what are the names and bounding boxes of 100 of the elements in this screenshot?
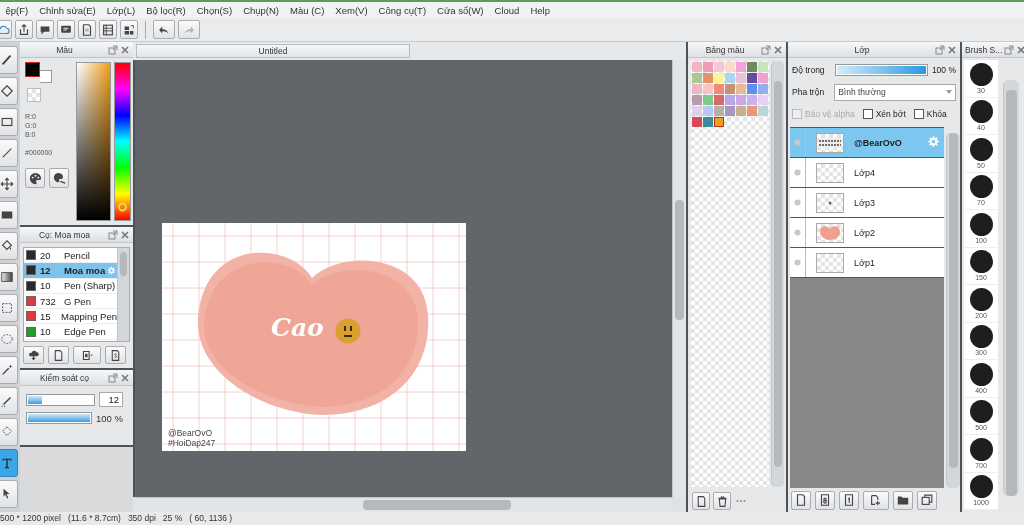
brush-item[interactable]: 12 Moa moa <box>24 263 117 279</box>
color-swatch[interactable] <box>692 106 702 116</box>
slider-handle[interactable] <box>118 202 128 212</box>
color-swatch[interactable] <box>736 73 746 83</box>
menu-item[interactable]: Cloud <box>489 4 525 16</box>
color-swatch[interactable] <box>725 106 735 116</box>
color-swatch[interactable] <box>747 84 757 94</box>
new-8bit-layer-button[interactable] <box>815 490 835 510</box>
menu-item[interactable]: Chỉnh sửa(E) <box>33 4 102 16</box>
grid-button[interactable] <box>120 20 138 39</box>
close-icon[interactable] <box>773 44 783 55</box>
undo-button[interactable] <box>153 20 175 39</box>
new-layer-button[interactable] <box>791 490 811 510</box>
scrollbar[interactable] <box>946 133 960 488</box>
color-swatch[interactable] <box>736 106 746 116</box>
float-icon[interactable] <box>1004 44 1015 55</box>
new-folder-button[interactable] <box>893 490 913 510</box>
table-button[interactable] <box>99 20 117 39</box>
color-swatch[interactable] <box>758 73 768 83</box>
color-swatch[interactable] <box>758 106 768 116</box>
brush-settings-button[interactable] <box>105 346 126 364</box>
menu-item[interactable]: Chọn(S) <box>191 4 238 16</box>
palette-button[interactable] <box>25 168 45 188</box>
checkbox[interactable] <box>913 109 924 119</box>
message-button[interactable] <box>57 20 75 39</box>
tool-button[interactable] <box>0 46 18 74</box>
delete-color-button[interactable] <box>713 492 731 510</box>
brush-size-slider[interactable] <box>26 393 95 406</box>
close-icon[interactable] <box>120 44 130 55</box>
tool-button[interactable] <box>0 201 18 229</box>
menu-item[interactable]: Màu (C) <box>284 4 330 16</box>
new-1bit-layer-button[interactable] <box>839 490 859 510</box>
brush-item[interactable]: 10 Pen (Sharp) <box>24 278 117 294</box>
brush-menu-button[interactable] <box>73 346 101 364</box>
layer-item[interactable]: Lớp4 <box>790 158 944 188</box>
checkbox[interactable] <box>862 109 873 119</box>
brush-item[interactable]: 15 Mapping Pen <box>24 309 117 325</box>
menu-item[interactable]: Lớp(L) <box>101 4 141 16</box>
color-swatch[interactable] <box>725 73 735 83</box>
color-swatch[interactable] <box>692 95 702 105</box>
color-swatch[interactable] <box>725 62 735 72</box>
brush-item[interactable]: 732 G Pen <box>24 293 117 310</box>
tool-button[interactable] <box>0 232 18 260</box>
color-swatch[interactable] <box>714 117 724 127</box>
hue-slider[interactable] <box>114 62 131 221</box>
blend-mode-dropdown[interactable]: Bình thường <box>834 83 956 101</box>
visibility-icon[interactable] <box>794 169 801 176</box>
layer-item[interactable]: Lớp3 <box>790 188 944 218</box>
color-swatch[interactable] <box>692 84 702 94</box>
close-icon[interactable] <box>1016 44 1024 55</box>
tool-button[interactable] <box>0 480 18 508</box>
brush-item[interactable]: 10 Edge Pen <box>24 324 117 340</box>
color-swatch[interactable] <box>758 95 768 105</box>
layer-item[interactable]: Lớp2 <box>790 218 944 248</box>
new-brush-button[interactable] <box>48 346 69 364</box>
color-swatch[interactable] <box>714 84 724 94</box>
color-swatch[interactable] <box>703 84 713 94</box>
share-button[interactable] <box>15 20 33 39</box>
color-swatch[interactable] <box>758 62 768 72</box>
tool-button[interactable] <box>0 263 18 291</box>
menu-item[interactable]: Công cụ(T) <box>373 4 432 16</box>
color-swatch[interactable] <box>703 117 713 127</box>
float-icon[interactable] <box>935 44 945 55</box>
color-swatch[interactable] <box>736 84 746 94</box>
color-swatch[interactable] <box>703 95 713 105</box>
color-swatch[interactable] <box>758 84 768 94</box>
color-swatch[interactable] <box>747 62 757 72</box>
color-swatch[interactable] <box>747 106 757 116</box>
color-swatch[interactable] <box>736 95 746 105</box>
menu-item[interactable]: Help <box>524 4 556 16</box>
palette-picker-button[interactable] <box>49 168 69 188</box>
download-brush-button[interactable] <box>23 346 44 364</box>
color-swatch[interactable] <box>692 62 702 72</box>
color-swatch[interactable] <box>747 73 757 83</box>
float-icon[interactable] <box>761 44 771 55</box>
add-layer-menu-button[interactable] <box>863 490 889 510</box>
visibility-icon[interactable] <box>794 229 801 236</box>
menu-item[interactable]: ệp(F) <box>0 4 34 16</box>
color-gradient-field[interactable] <box>76 62 112 221</box>
document-tab[interactable]: Untitled <box>136 44 410 58</box>
tool-button[interactable] <box>0 77 18 105</box>
tool-button[interactable] <box>0 294 18 322</box>
layer-item[interactable]: Lớp1 <box>790 248 944 278</box>
menu-item[interactable]: Xem(V) <box>329 4 374 16</box>
new-palette-button[interactable] <box>692 492 710 510</box>
tool-button[interactable] <box>0 170 18 198</box>
menu-item[interactable]: Cửa sổ(W) <box>431 4 490 16</box>
float-icon[interactable] <box>108 44 118 55</box>
scrollbar[interactable] <box>1003 80 1019 496</box>
color-swatch[interactable] <box>736 62 746 72</box>
close-icon[interactable] <box>120 229 130 240</box>
transparent-color-swatch[interactable] <box>27 88 41 102</box>
color-swatch[interactable] <box>747 95 757 105</box>
color-swatch[interactable] <box>703 62 713 72</box>
comment-button[interactable] <box>36 20 54 39</box>
color-swatch[interactable] <box>703 106 713 116</box>
brush-size-field[interactable]: 12 <box>99 392 123 407</box>
scrollbar[interactable] <box>117 248 129 341</box>
menu-item[interactable]: Bộ lọc(R) <box>140 4 192 16</box>
vertical-scrollbar[interactable] <box>672 60 686 497</box>
